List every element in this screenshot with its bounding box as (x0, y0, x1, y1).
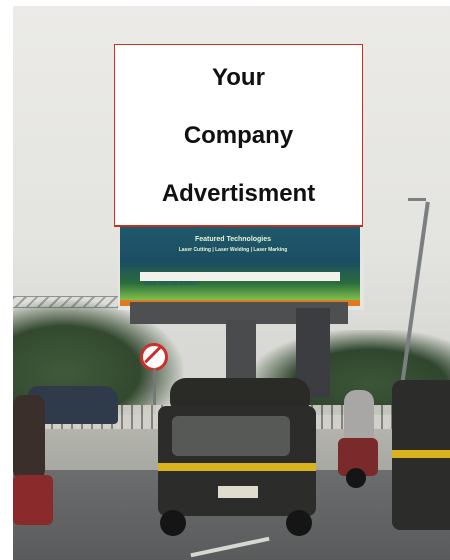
rider-right (344, 390, 374, 440)
advert-line-2: Company (183, 121, 294, 149)
rickshaw-wheel-left (160, 510, 186, 536)
rickshaw-windshield (172, 416, 290, 456)
advert-line-1: Your (212, 63, 265, 91)
streetlight-arm (408, 198, 426, 201)
bike-left-body (13, 475, 53, 525)
rickshaw-plate (218, 486, 258, 498)
motorbike-right (336, 390, 386, 490)
auto-rickshaw-main (158, 378, 318, 538)
rickshaw-right-yellow-band (392, 450, 450, 458)
billboard-footer-text: FREE VISITOR ENTRY (144, 281, 197, 287)
rickshaw-roof (170, 378, 310, 408)
billboard-print-text: Featured Technologies Laser Cutting | La… (148, 236, 318, 253)
advertisement-placeholder-board: Your Company Advertisment (114, 44, 363, 226)
billboard-pole (226, 320, 256, 380)
top-border (0, 0, 450, 6)
billboard-detail: Laser Cutting | Laser Welding | Laser Ma… (178, 247, 288, 253)
advert-line-3: Advertisment (161, 179, 316, 207)
no-u-turn-sign-icon (140, 343, 168, 371)
left-border (0, 0, 13, 560)
billboard-footer-strip: FREE VISITOR ENTRY (140, 272, 340, 287)
advertisement-text: Your Company Advertisment (162, 34, 315, 237)
billboard-heading: Featured Technologies (194, 236, 272, 243)
street-scene: Featured Technologies Laser Cutting | La… (0, 0, 450, 560)
rickshaw-yellow-band (158, 463, 316, 471)
rickshaw-wheel-right (286, 510, 312, 536)
bike-wheel (346, 468, 366, 488)
rider-left (13, 395, 45, 480)
motorbike-left (13, 395, 58, 545)
